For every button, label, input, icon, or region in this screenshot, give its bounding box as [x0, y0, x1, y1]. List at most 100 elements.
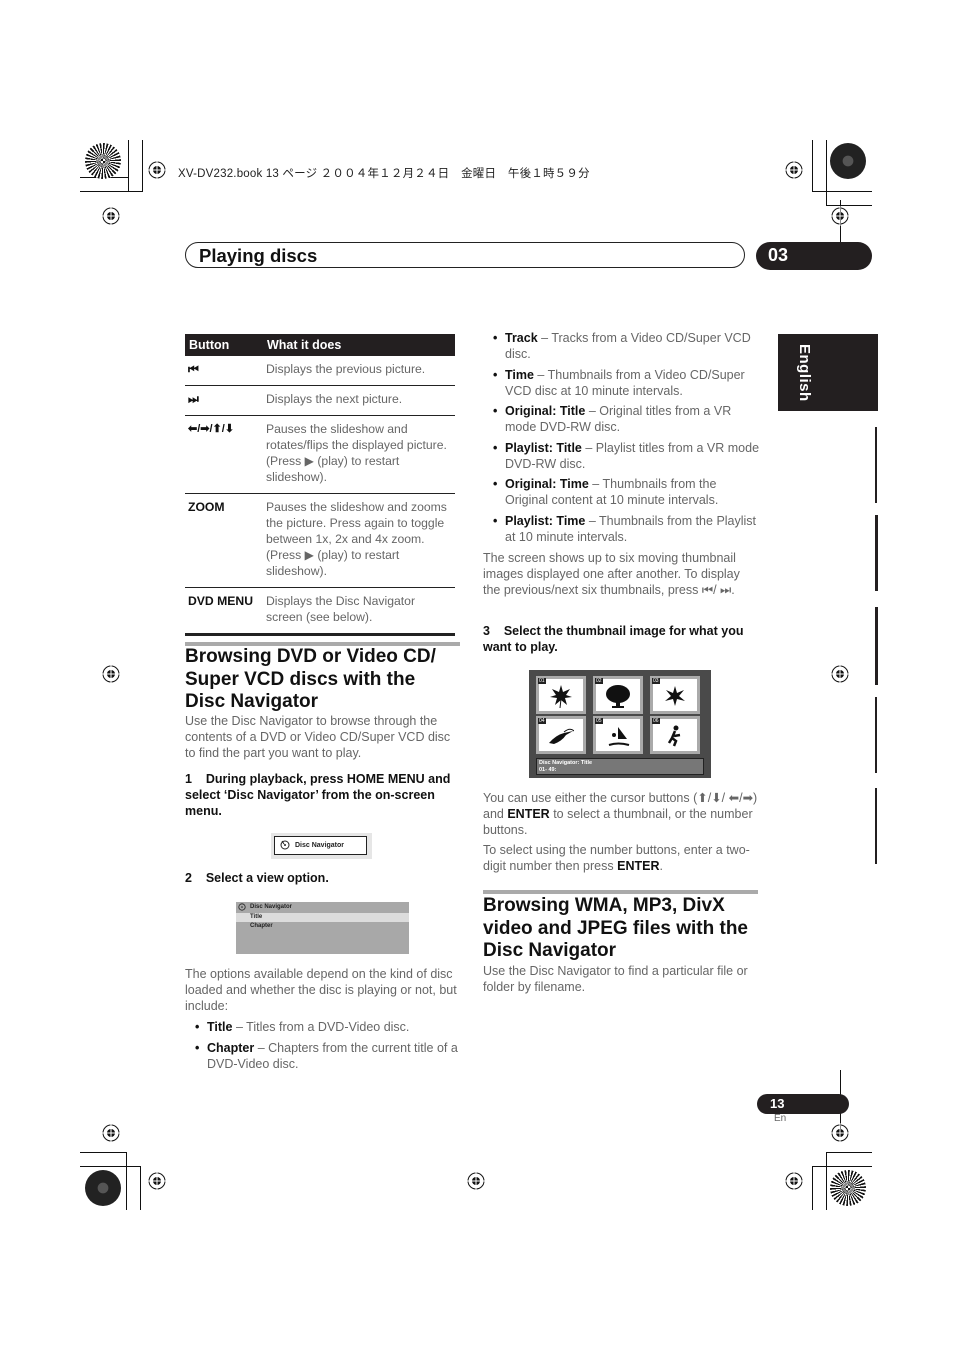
- osd-option-label: Title: [250, 914, 263, 920]
- option-term: Playlist: Title: [505, 440, 582, 455]
- section-heading-dvd-navigator: Browsing DVD or Video CD/ Super VCD disc…: [185, 646, 436, 712]
- list-item: Playlist: Time – Thumbnails from the Pla…: [483, 513, 760, 545]
- crosshair-icon: [830, 206, 850, 226]
- disc-navigator-icon: [238, 903, 246, 911]
- option-term: Chapter: [207, 1040, 255, 1055]
- osd-status-range: 01- 49:: [539, 767, 557, 773]
- crosshair-icon: [784, 160, 804, 180]
- list-item: Title – Titles from a DVD-Video disc.: [185, 1019, 460, 1035]
- osd-title-row: Disc Navigator: [236, 903, 409, 912]
- table-row: DVD MENU Displays the Disc Navigator scr…: [185, 587, 455, 636]
- table-row: ⏭ Displays the next picture.: [185, 385, 455, 416]
- osd-option-label: Chapter: [250, 923, 273, 929]
- enter-key-label: ENTER: [507, 807, 550, 821]
- osd-status-title: Disc Navigator: Title: [539, 760, 593, 766]
- options-intro: The options available depend on the kind…: [185, 967, 457, 1013]
- registration-rosette-icon: [85, 1170, 121, 1206]
- osd-option-chapter: Chapter: [236, 923, 409, 932]
- thumbnail-03: 03: [650, 676, 700, 714]
- column-header-button: Button: [185, 334, 263, 356]
- thumbnail-number: 06: [652, 718, 660, 724]
- flower-icon: [665, 686, 685, 706]
- osd-menu-item: Disc Navigator: [274, 836, 367, 855]
- section-intro: Use the Disc Navigator to browse through…: [185, 714, 451, 760]
- thumbnail-number: 02: [595, 678, 603, 684]
- thumbnail-number: 03: [652, 678, 660, 684]
- crosshair-icon: [784, 1171, 804, 1191]
- option-desc: – Thumbnails from a Video CD/Super VCD d…: [505, 367, 745, 398]
- side-thumb-bar: [875, 515, 878, 591]
- crosshair-icon: [830, 664, 850, 684]
- side-thumb-bar: [875, 697, 877, 773]
- osd-menu-item-label: Disc Navigator: [295, 842, 345, 849]
- table-cell-button: DVD MENU: [185, 587, 263, 636]
- osd-home-menu-screenshot: Disc Navigator: [271, 833, 372, 859]
- windsurfer-icon: [608, 727, 630, 746]
- page-number: 13: [757, 1094, 849, 1114]
- thumbnail-number: 01: [538, 678, 546, 684]
- thumbnail-01: 01: [536, 676, 586, 714]
- crosshair-icon: [147, 1171, 167, 1191]
- osd-thumbnail-screenshot: 01 02 03 04 05 06 Disc Navigator: Title …: [529, 670, 711, 778]
- skater-icon: [667, 725, 681, 747]
- option-term: Original: Time: [505, 477, 589, 491]
- table-cell-description: Pauses the slideshow and zooms the pictu…: [263, 493, 455, 588]
- table-row: ⏮ Displays the previous picture.: [185, 356, 455, 386]
- option-term: Title: [207, 1020, 233, 1034]
- enter-key-label: ENTER: [617, 859, 660, 873]
- list-item: Original: Time – Thumbnails from the Ori…: [483, 476, 760, 508]
- crosshair-icon: [101, 1123, 121, 1143]
- table-cell-button: ZOOM: [185, 493, 263, 588]
- chapter-title: Playing discs: [199, 245, 318, 266]
- step-2: 2 Select a view option.: [185, 871, 329, 885]
- leaf-icon: [550, 685, 572, 709]
- list-item: Original: Title – Original titles from a…: [483, 403, 760, 435]
- chapter-header: Playing discs: [185, 242, 745, 268]
- registration-rosette-icon: [830, 1170, 866, 1206]
- registration-rosette-icon: [830, 143, 866, 179]
- option-term: Playlist: Time: [505, 513, 586, 528]
- list-item: Playlist: Title – Playlist titles from a…: [483, 440, 760, 472]
- table-cell-description: Displays the Disc Navigator screen (see …: [263, 587, 455, 636]
- toucan-icon: [549, 728, 574, 744]
- previous-track-icon: ⏮: [185, 356, 263, 386]
- thumbnail-number: 05: [595, 718, 603, 724]
- column-header-function: What it does: [263, 334, 455, 356]
- chapter-number: 03: [756, 242, 872, 270]
- side-thumb-bar: [875, 788, 877, 864]
- tree-icon: [606, 685, 630, 708]
- section-rule: [483, 890, 758, 894]
- language-tab: English: [778, 334, 878, 411]
- osd-option-title: Title: [236, 913, 409, 922]
- crosshair-icon: [147, 160, 167, 180]
- list-item: Chapter – Chapters from the current titl…: [185, 1040, 460, 1072]
- option-term: Time: [505, 367, 534, 382]
- table-header-row: Button What it does: [185, 334, 455, 356]
- next-track-icon: ⏭: [185, 385, 263, 416]
- screen-note: The screen shows up to six moving thumbn…: [483, 551, 740, 597]
- table-row: ⬅/➡/⬆/⬇ Pauses the slideshow and rotates…: [185, 415, 455, 494]
- print-header: XV-DV232.book 13 ページ ２００４年１２月２４日 金曜日 午後１…: [178, 168, 590, 180]
- crosshair-icon: [466, 1171, 486, 1191]
- section2-intro: Use the Disc Navigator to find a particu…: [483, 964, 748, 994]
- registration-rosette-icon: [85, 143, 121, 179]
- language-label: English: [796, 344, 813, 402]
- cursor-note: You can use either the cursor buttons (⬆…: [483, 790, 760, 838]
- osd-view-option-screenshot: Disc Navigator Title Chapter: [236, 902, 409, 954]
- thumbnail-04: 04: [536, 716, 586, 754]
- thumbnail-06: 06: [650, 716, 700, 754]
- view-options-list-left: Title – Titles from a DVD-Video disc. Ch…: [185, 1019, 460, 1076]
- thumbnail-02: 02: [593, 676, 643, 714]
- button-function-table: Button What it does ⏮ Displays the previ…: [185, 334, 455, 636]
- number-note-text: .: [659, 859, 663, 873]
- thumbnail-number: 04: [538, 718, 546, 724]
- step-1: 1 During playback, press HOME MENU and s…: [185, 772, 454, 818]
- table-cell-description: Displays the next picture.: [263, 385, 455, 416]
- section-heading-file-navigator: Browsing WMA, MP3, DivX video and JPEG f…: [483, 895, 748, 961]
- osd-status-bar: Disc Navigator: Title 01- 49:: [536, 758, 704, 775]
- step-3: 3 Select the thumbnail image for what yo…: [483, 624, 747, 654]
- page-language-code: En: [774, 1113, 787, 1124]
- option-term: Track: [505, 331, 538, 345]
- thumbnail-05: 05: [593, 716, 643, 754]
- crosshair-icon: [101, 206, 121, 226]
